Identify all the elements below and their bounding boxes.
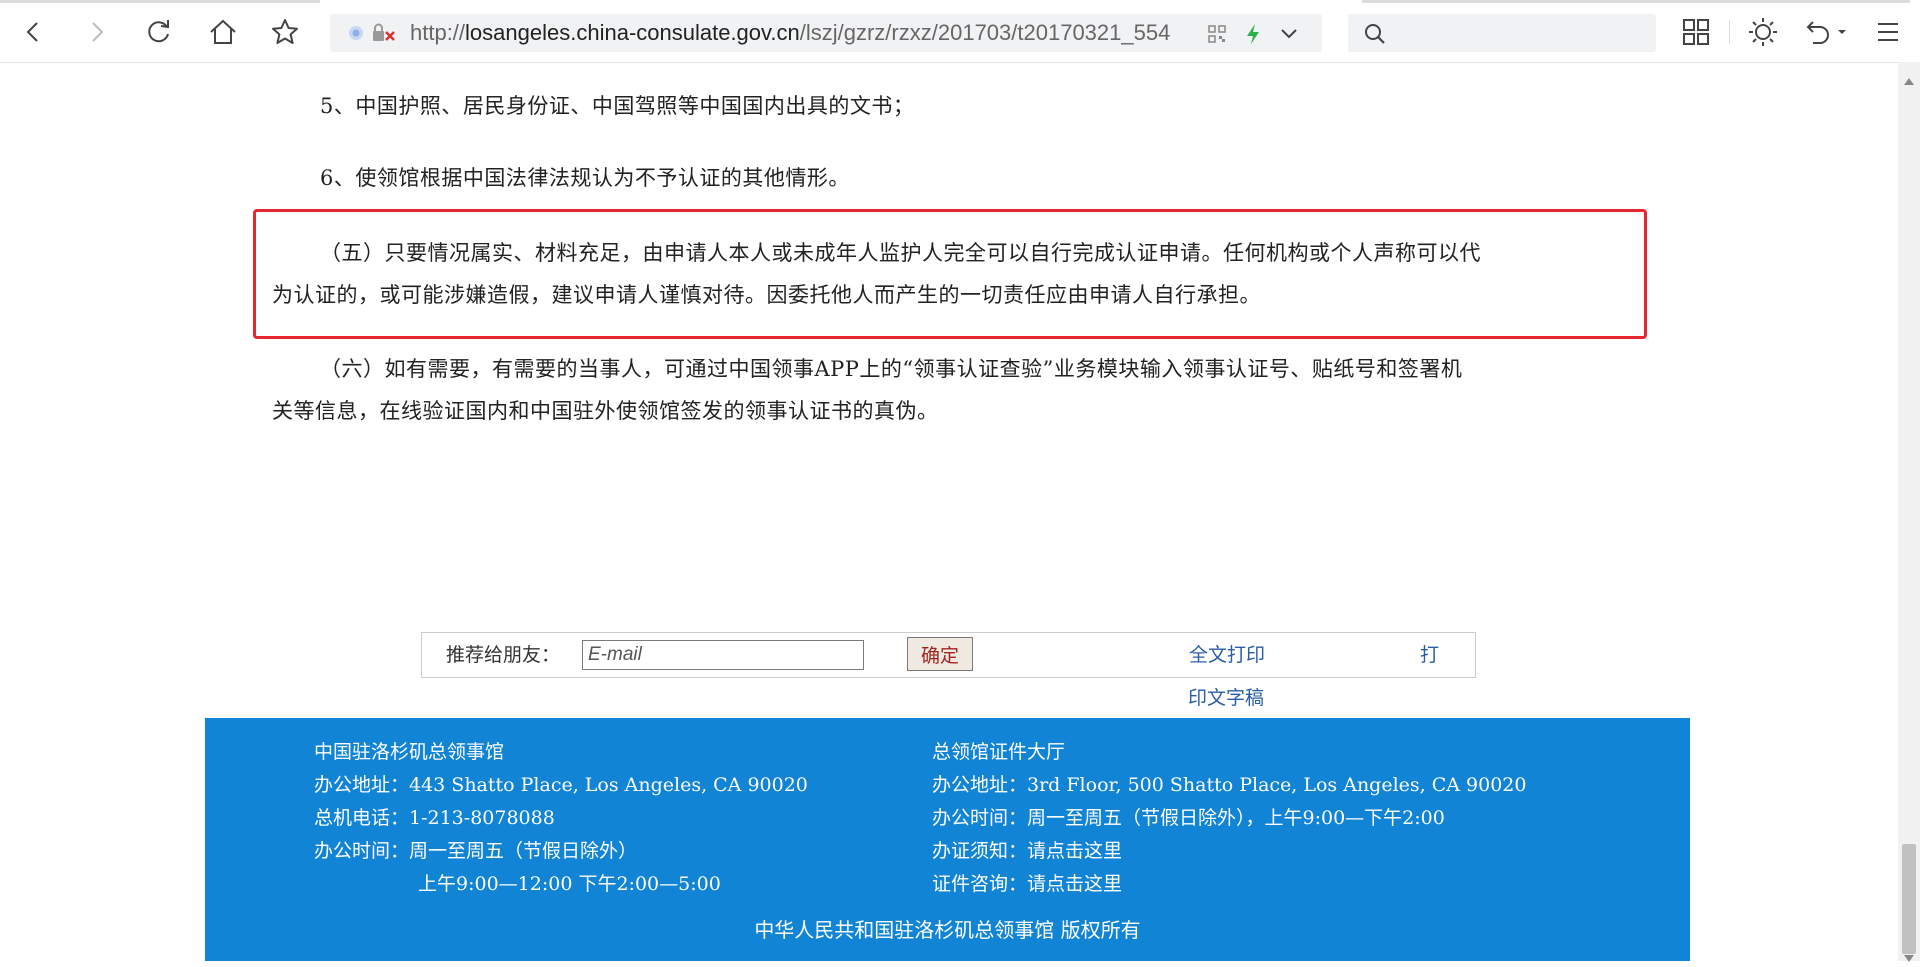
browser-toolbar: http://losangeles.china-consulate.gov.cn…: [0, 0, 1920, 63]
footer-right-address: 办公地址：3rd Floor, 500 Shatto Place, Los An…: [932, 774, 1527, 796]
insecure-lock-icon[interactable]: [372, 23, 396, 47]
tab-strip-indicator: [1362, 0, 1910, 3]
brightness-icon[interactable]: [1745, 14, 1781, 50]
home-icon[interactable]: [205, 14, 241, 50]
section-6-line-1: （六）如有需要，有需要的当事人，可通过中国领事APP上的“领事认证查验”业务模块…: [320, 357, 1463, 381]
toolbar-divider: [1729, 20, 1730, 44]
footer-right-notice: 办证须知：请点击这里: [932, 835, 1122, 868]
inquiry-prefix: 证件咨询：: [932, 873, 1028, 895]
footer-left-title: 中国驻洛杉矶总领事馆: [314, 741, 505, 763]
back-icon[interactable]: [16, 14, 52, 50]
copyright-text: 中华人民共和国驻洛杉矶总领事馆 版权所有: [754, 918, 1141, 942]
share-row: 推荐给朋友： 确定 全文打印 打: [421, 632, 1476, 678]
section-6-line-2: 关等信息，在线验证国内和中国驻外使领馆签发的领事认证书的真伪。: [272, 399, 939, 423]
article-item-6: 6、使领馆根据中国法律法规认为不予认证的其他情形。: [320, 166, 850, 190]
footer-left-hours-detail: 上午9:00—12:00 下午2:00—5:00: [418, 873, 721, 895]
grid-icon[interactable]: [1678, 14, 1714, 50]
qr-code-icon[interactable]: [1208, 25, 1226, 47]
share-label: 推荐给朋友：: [446, 644, 561, 666]
footer-left-phone: 总机电话：1-213-8078088: [314, 807, 555, 829]
tab-strip-indicator: [0, 0, 320, 3]
page-scrollbar[interactable]: [1898, 62, 1920, 962]
email-input[interactable]: [582, 640, 864, 670]
notice-link[interactable]: 请点击这里: [1027, 840, 1122, 862]
section-5-line-2: 为认证的，或可能涉嫌造假，建议申请人谨慎对待。因委托他人而产生的一切责任应由申请…: [272, 283, 1261, 307]
confirm-button[interactable]: 确定: [907, 637, 973, 671]
inquiry-link[interactable]: 请点击这里: [1027, 873, 1122, 895]
undo-icon[interactable]: [1804, 14, 1850, 50]
scroll-thumb[interactable]: [1902, 844, 1916, 954]
print-draft-link-continued[interactable]: 印文字稿: [1188, 683, 1264, 713]
menu-icon[interactable]: [1870, 14, 1906, 50]
article-item-5: 5、中国护照、居民身份证、中国驾照等中国国内出具的文书；: [320, 94, 915, 118]
footer-right-hours: 办公时间：周一至周五（节假日除外），上午9:00—下午2:00: [932, 807, 1445, 829]
print-draft-link[interactable]: 打: [1420, 633, 1439, 677]
footer: 中国驻洛杉矶总领事馆 办公地址：443 Shatto Place, Los An…: [205, 718, 1690, 961]
search-icon[interactable]: [1364, 23, 1386, 49]
site-info-icon[interactable]: [348, 25, 364, 45]
bookmark-star-icon[interactable]: [267, 14, 303, 50]
print-full-text-link[interactable]: 全文打印: [1189, 633, 1265, 677]
section-5-line-1: （五）只要情况属实、材料充足，由申请人本人或未成年人监护人完全可以自行完成认证申…: [320, 241, 1481, 265]
footer-left-hours: 办公时间：周一至周五（节假日除外）: [314, 840, 638, 862]
footer-right-title: 总领馆证件大厅: [932, 741, 1066, 763]
scroll-up-arrow-icon[interactable]: [1904, 70, 1914, 89]
footer-right-inquiry: 证件咨询：请点击这里: [932, 868, 1122, 901]
notice-prefix: 办证须知：: [932, 840, 1028, 862]
url-text[interactable]: http://losangeles.china-consulate.gov.cn…: [410, 14, 1250, 52]
chevron-down-icon[interactable]: [1280, 26, 1298, 45]
search-bar[interactable]: [1348, 14, 1656, 52]
reload-icon[interactable]: [141, 14, 177, 50]
forward-icon[interactable]: [78, 14, 114, 50]
scroll-down-arrow-icon[interactable]: [1904, 948, 1914, 967]
footer-left-address: 办公地址：443 Shatto Place, Los Angeles, CA 9…: [314, 774, 808, 796]
address-bar[interactable]: http://losangeles.china-consulate.gov.cn…: [330, 14, 1322, 52]
lightning-icon[interactable]: [1244, 23, 1262, 49]
